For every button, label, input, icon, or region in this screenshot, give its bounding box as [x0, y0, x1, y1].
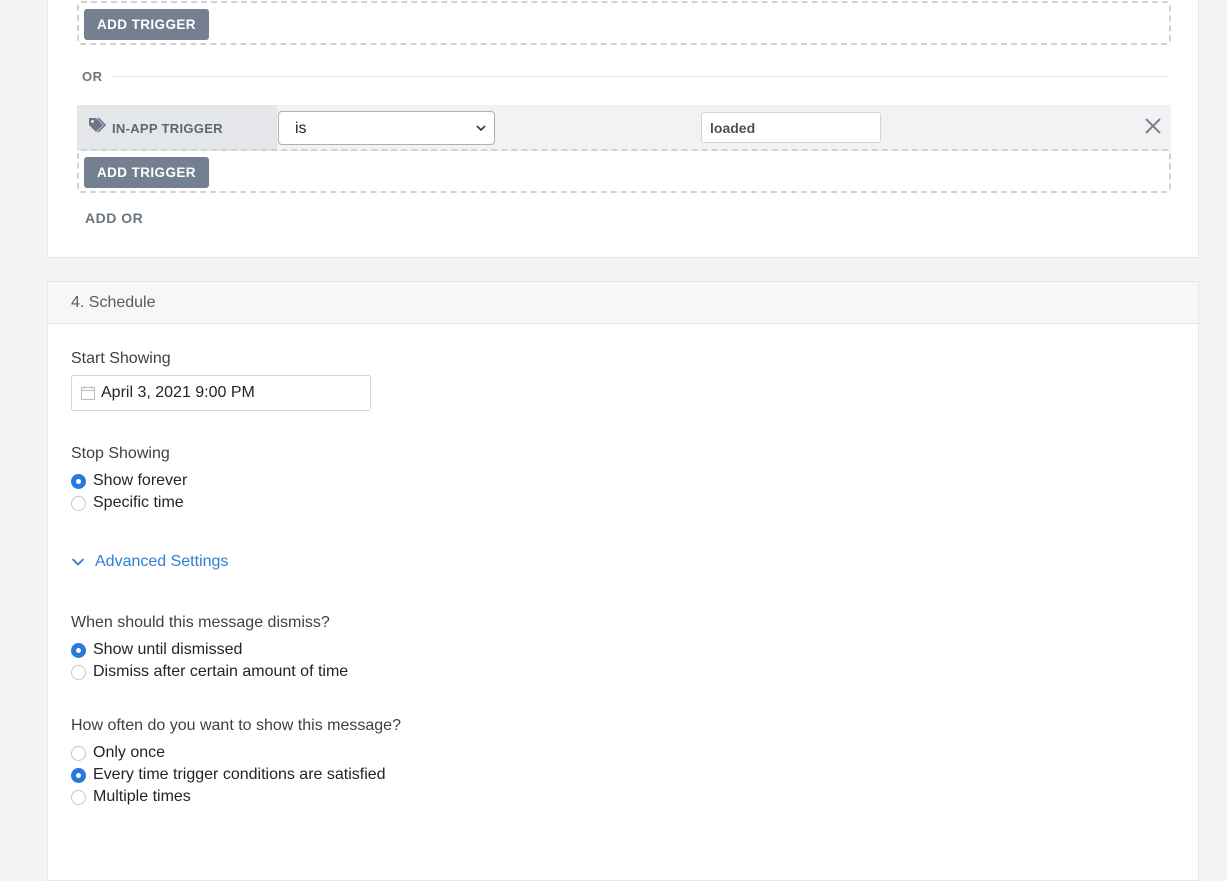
radio-label: Multiple times	[93, 788, 191, 805]
start-date-input[interactable]: April 3, 2021 9:00 PM	[71, 375, 371, 411]
radio-label: Every time trigger conditions are satisf…	[93, 766, 386, 783]
trigger-group-1: ADD TRIGGER	[77, 1, 1171, 45]
radio-button[interactable]	[71, 767, 86, 783]
trigger-target-input[interactable]	[701, 112, 881, 143]
add-or-button[interactable]: ADD OR	[85, 210, 143, 226]
calendar-icon	[81, 386, 95, 400]
dismiss-question: When should this message dismiss?	[71, 614, 330, 631]
radio-label: Dismiss after certain amount of time	[93, 663, 349, 680]
trigger-type-label: IN-APP TRIGGER	[112, 121, 223, 136]
advanced-settings-label: Advanced Settings	[95, 553, 229, 570]
tag-icon	[89, 117, 106, 133]
radio-button[interactable]	[71, 642, 86, 658]
radio-show-until-dismissed[interactable]: Show until dismissed	[71, 640, 242, 660]
radio-button[interactable]	[71, 789, 86, 805]
chevron-down-icon	[71, 558, 85, 566]
radio-show-forever[interactable]: Show forever	[71, 471, 187, 491]
section-header: 4. Schedule	[48, 282, 1198, 324]
radio-label: Show forever	[93, 472, 188, 489]
or-label: OR	[82, 69, 103, 84]
radio-every-time[interactable]: Every time trigger conditions are satisf…	[71, 765, 386, 785]
radio-label: Only once	[93, 744, 166, 761]
schedule-card: 4. Schedule Start Showing April 3, 2021 …	[47, 281, 1199, 881]
radio-button[interactable]	[71, 664, 86, 680]
radio-button[interactable]	[71, 473, 86, 489]
radio-multiple-times[interactable]: Multiple times	[71, 787, 191, 807]
radio-button[interactable]	[71, 745, 86, 761]
advanced-settings-toggle[interactable]: Advanced Settings	[71, 553, 228, 571]
trigger-type: IN-APP TRIGGER	[77, 105, 277, 151]
add-trigger-button[interactable]: ADD TRIGGER	[84, 9, 209, 40]
trigger-row: IN-APP TRIGGER is	[77, 105, 1171, 151]
close-icon[interactable]	[1143, 116, 1163, 136]
or-divider: OR	[82, 69, 1167, 84]
radio-label: Specific time	[93, 494, 184, 511]
start-showing-label: Start Showing	[71, 350, 171, 367]
chevron-down-icon	[476, 125, 486, 132]
trigger-operator-select[interactable]: is	[278, 111, 495, 145]
stop-showing-label: Stop Showing	[71, 445, 170, 462]
add-trigger-button[interactable]: ADD TRIGGER	[84, 157, 209, 188]
operator-value: is	[295, 120, 307, 137]
frequency-question: How often do you want to show this messa…	[71, 717, 401, 734]
section-title: 4. Schedule	[71, 294, 156, 311]
radio-button[interactable]	[71, 495, 86, 511]
trigger-group-2: ADD TRIGGER	[77, 149, 1171, 193]
start-date-value: April 3, 2021 9:00 PM	[101, 384, 255, 401]
radio-only-once[interactable]: Only once	[71, 743, 165, 763]
radio-dismiss-after-time[interactable]: Dismiss after certain amount of time	[71, 662, 348, 682]
radio-label: Show until dismissed	[93, 641, 243, 658]
radio-specific-time[interactable]: Specific time	[71, 493, 184, 513]
divider-line	[112, 76, 1167, 77]
triggers-card: ADD TRIGGER OR IN-APP TRIGGER is ADD TRI…	[47, 0, 1199, 258]
